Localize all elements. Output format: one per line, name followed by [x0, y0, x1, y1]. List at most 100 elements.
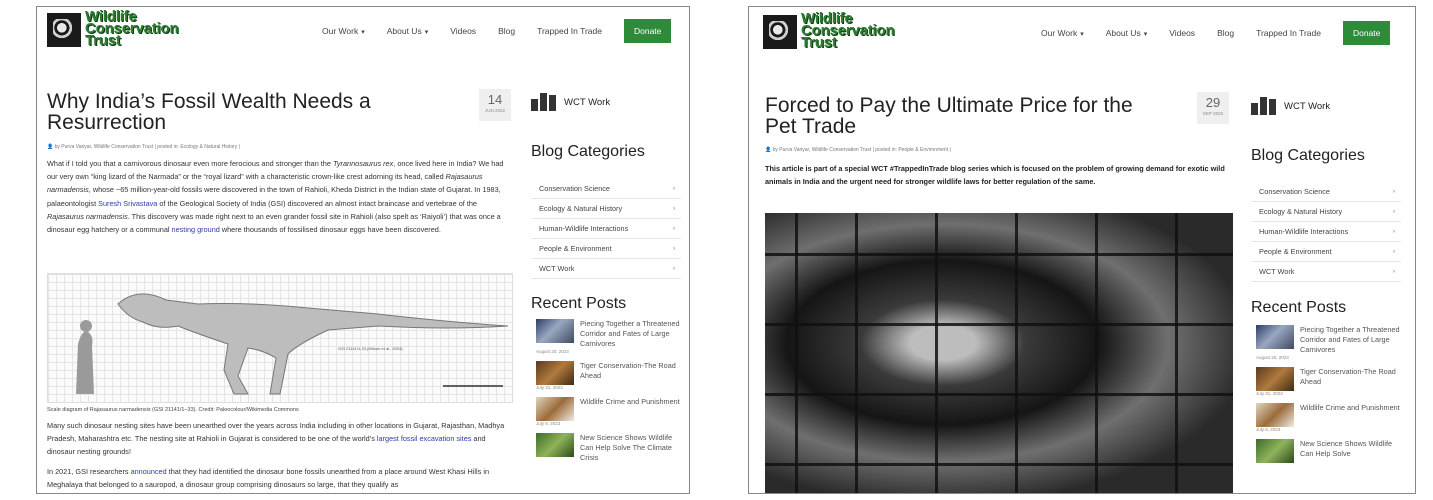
paragraph-2: Many such dinosaur nesting sites have be…: [47, 421, 505, 457]
post-thumbnail: [1256, 403, 1294, 427]
nav-trapped-in-trade[interactable]: Trapped In Trade: [537, 26, 602, 36]
chevron-right-icon: ›: [1393, 189, 1395, 195]
nav-about-us[interactable]: About Us ▾: [1106, 28, 1147, 38]
post-title: Wildlife Crime and Punishment: [1300, 403, 1400, 412]
post-meta: 👤 by Purva Variyar, Wildlife Conservatio…: [765, 147, 951, 153]
chevron-down-icon: ▾: [1143, 31, 1148, 38]
main-nav: Our Work ▾ About Us ▾ Videos Blog Trapped …: [1041, 21, 1391, 45]
recent-post[interactable]: Wildlife Crime and Punishment July 6, 20…: [1256, 403, 1406, 432]
category-people-environment[interactable]: People & Environment ›: [1251, 242, 1401, 262]
wct-work-widget[interactable]: WCT Work: [531, 93, 610, 111]
category-list: Conservation Science › Ecology & Natural …: [531, 179, 681, 279]
article-body-continued: Many such dinosaur nesting sites have be…: [47, 419, 513, 493]
chevron-right-icon: ›: [1393, 269, 1395, 275]
recent-post[interactable]: Wildlife Crime and Punishment July 6, 20…: [536, 397, 681, 426]
wct-work-widget[interactable]: WCT Work: [1251, 97, 1330, 115]
recent-post[interactable]: Piecing Together a Threatened Corridor a…: [536, 319, 681, 354]
post-date: July 6, 2023: [1256, 427, 1281, 432]
post-thumbnail: [1256, 325, 1294, 349]
user-icon: 👤: [47, 144, 54, 150]
figure-caption: Scale diagram of Rajasaurus narmadensis …: [47, 407, 299, 413]
post-thumbnail: [536, 397, 574, 421]
chevron-right-icon: ›: [673, 226, 675, 232]
wct-work-label: WCT Work: [564, 96, 611, 108]
category-human-wildlife[interactable]: Human-Wildlife Interactions ›: [1251, 222, 1401, 242]
post-thumbnail: [536, 433, 574, 457]
chevron-right-icon: ›: [1393, 209, 1395, 215]
recent-posts-heading: Recent Posts: [1251, 299, 1347, 316]
recent-post[interactable]: Piecing Together a Threatened Corridor a…: [1256, 325, 1406, 360]
link-nesting-ground[interactable]: nesting ground: [172, 225, 220, 234]
nav-blog[interactable]: Blog: [498, 26, 515, 36]
post-title: Piecing Together a Threatened Corridor a…: [1300, 325, 1400, 354]
dinosaur-scale-diagram: GSI 21141/1-33 (Wilson et al., 2003): [47, 273, 513, 403]
logo-wordmark: Wildlife Conservation Trust: [801, 10, 895, 51]
page-title: Why India’s Fossil Wealth Needs a Resurre…: [47, 90, 371, 134]
category-people-environment[interactable]: People & Environment ›: [531, 239, 681, 259]
right-screenshot: Wildlife Conservation Trust Our Work ▾ Abou…: [748, 6, 1416, 494]
recent-post[interactable]: Tiger Conservation-The Road Ahead July 3…: [536, 361, 681, 390]
post-date: July 31, 2023: [536, 385, 563, 390]
post-title: New Science Shows Wildlife Can Help Solv…: [1300, 439, 1393, 458]
recent-post[interactable]: New Science Shows Wildlife Can Help Solv…: [536, 433, 681, 463]
category-conservation-science[interactable]: Conservation Science ›: [531, 179, 681, 199]
nav-about-us[interactable]: About Us ▾: [387, 26, 428, 36]
nav-blog[interactable]: Blog: [1217, 28, 1234, 38]
chevron-down-icon: ▾: [1080, 31, 1084, 38]
post-thumbnail: [536, 361, 574, 385]
logo-wordmark: Wildlife Conservation Trust: [85, 8, 179, 49]
chevron-right-icon: ›: [1393, 229, 1395, 235]
post-date: July 31, 2023: [1256, 391, 1283, 396]
chevron-right-icon: ›: [673, 266, 675, 272]
nav-our-work[interactable]: Our Work ▾: [1041, 28, 1084, 38]
nav-our-work[interactable]: Our Work ▾: [322, 26, 365, 36]
link-suresh-srivastava[interactable]: Suresh Srivastava: [98, 199, 157, 208]
category-wct-work[interactable]: WCT Work ›: [531, 259, 681, 279]
chevron-right-icon: ›: [673, 206, 675, 212]
post-thumbnail: [536, 319, 574, 343]
wct-logo[interactable]: Wildlife Conservation Trust: [47, 8, 179, 51]
post-title: Tiger Conservation-The Road Ahead: [1300, 367, 1396, 386]
category-ecology[interactable]: Ecology & Natural History ›: [1251, 202, 1401, 222]
chevron-right-icon: ›: [673, 186, 675, 192]
blog-categories-heading: Blog Categories: [1251, 147, 1365, 164]
link-announced[interactable]: announced: [131, 467, 167, 476]
blog-categories-heading: Blog Categories: [531, 143, 645, 160]
left-screenshot: Wildlife Conservation Trust Our Work ▾ Abou…: [36, 6, 690, 494]
recent-posts-list: Piecing Together a Threatened Corridor a…: [536, 319, 681, 470]
post-thumbnail: [1256, 439, 1294, 463]
link-largest-fossil-sites[interactable]: largest fossil excavation sites: [377, 434, 472, 443]
article-body: What if I told you that a carnivorous di…: [47, 157, 513, 242]
donate-button[interactable]: Donate: [1342, 21, 1391, 45]
main-nav: Our Work ▾ About Us ▾ Videos Blog Trapped …: [322, 19, 672, 43]
paragraph-1: What if I told you that a carnivorous di…: [47, 159, 504, 235]
recent-post[interactable]: New Science Shows Wildlife Can Help Solv…: [1256, 439, 1406, 463]
nav-videos[interactable]: Videos: [1169, 28, 1195, 38]
category-human-wildlife[interactable]: Human-Wildlife Interactions ›: [531, 219, 681, 239]
nav-videos[interactable]: Videos: [450, 26, 476, 36]
chevron-right-icon: ›: [673, 246, 675, 252]
post-date: July 6, 2023: [536, 421, 561, 426]
post-meta: 👤 by Purva Variyar, Wildlife Conservatio…: [47, 144, 240, 150]
recent-posts-heading: Recent Posts: [531, 295, 627, 312]
post-title: New Science Shows Wildlife Can Help Solv…: [580, 433, 673, 462]
tiger-logo-icon: [763, 15, 797, 49]
recent-posts-list: Piecing Together a Threatened Corridor a…: [1256, 325, 1406, 466]
recent-post[interactable]: Tiger Conservation-The Road Ahead July 3…: [1256, 367, 1406, 396]
post-date: August 20, 2023: [536, 349, 569, 354]
nav-trapped-in-trade[interactable]: Trapped In Trade: [1256, 28, 1321, 38]
wct-logo[interactable]: Wildlife Conservation Trust: [763, 10, 895, 53]
tiger-logo-icon: [47, 13, 81, 47]
dinosaur-illustration: GSI 21141/1-33 (Wilson et al., 2003): [76, 293, 509, 395]
category-wct-work[interactable]: WCT Work ›: [1251, 262, 1401, 282]
caged-monkey-photo: [765, 213, 1233, 493]
chevron-right-icon: ›: [1393, 249, 1395, 255]
user-icon: 👤: [765, 147, 772, 153]
category-ecology[interactable]: Ecology & Natural History ›: [531, 199, 681, 219]
category-conservation-science[interactable]: Conservation Science ›: [1251, 182, 1401, 202]
svg-text:GSI 21141/1-33 (Wilson et al.,: GSI 21141/1-33 (Wilson et al., 2003): [338, 346, 403, 351]
post-title: Piecing Together a Threatened Corridor a…: [580, 319, 680, 348]
article-intro: This article is part of a special WCT #T…: [765, 164, 1225, 186]
page-title: Forced to Pay the Ultimate Price for the…: [765, 94, 1133, 138]
donate-button[interactable]: Donate: [623, 19, 672, 43]
